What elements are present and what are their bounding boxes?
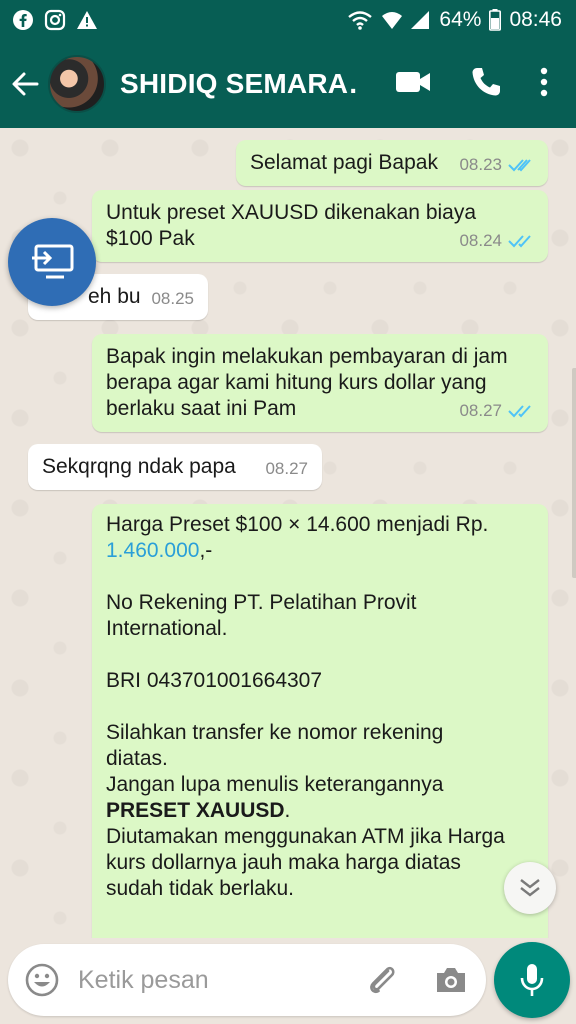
message-text: eh bu	[88, 285, 141, 308]
header-actions	[396, 66, 576, 103]
more-options-button[interactable]	[540, 67, 548, 102]
message-bubble-outgoing[interactable]: Harga Preset $100 × 14.600 menjadi Rp. 1…	[92, 504, 548, 938]
message-meta: 08.23	[459, 152, 534, 178]
double-chevron-down-icon	[520, 879, 540, 897]
message-text: Selamat pagi Bapak	[250, 151, 438, 174]
scroll-to-bottom-button[interactable]	[504, 862, 556, 914]
message-meta: 08.25	[151, 286, 194, 312]
more-vertical-icon	[540, 67, 548, 96]
chat-header: SHIDIQ SEMARA…	[0, 40, 576, 128]
voice-message-button[interactable]	[494, 942, 570, 1018]
message-input-placeholder[interactable]: Ketik pesan	[78, 966, 366, 995]
back-button[interactable]	[2, 40, 48, 128]
message-bubble-outgoing[interactable]: Untuk preset XAUUSD dikenakan biaya $100…	[92, 190, 548, 262]
amount-suffix: ,-	[199, 539, 213, 562]
closing-text: Diutamakan menggunakan ATM jika Harga ku…	[106, 825, 505, 900]
message-text: Bapak ingin melakukan pembayaran di jam …	[106, 345, 508, 420]
video-camera-icon	[396, 71, 430, 92]
message-text: Untuk preset XAUUSD dikenakan biaya $100…	[106, 201, 477, 250]
status-bar: 64% 08:46	[0, 0, 576, 40]
message-meta: 08.27	[265, 456, 308, 482]
wifi-hotspot-icon	[347, 9, 373, 31]
video-call-button[interactable]	[396, 70, 432, 99]
message-meta: 08.24	[459, 228, 534, 254]
warning-icon	[76, 9, 98, 31]
voice-call-button[interactable]	[470, 66, 502, 103]
message-text: Sekqrqng ndak papa	[42, 455, 236, 478]
double-check-icon	[508, 235, 531, 248]
price-line: Harga Preset $100 × 14.600 menjadi Rp.	[106, 513, 489, 536]
facebook-icon	[12, 9, 34, 31]
message-time: 08.24	[459, 231, 502, 250]
message-meta: 08.27	[459, 398, 534, 424]
message-bubble-outgoing[interactable]: Selamat pagi Bapak 08.23	[236, 140, 548, 186]
message-input[interactable]: Ketik pesan	[8, 944, 486, 1016]
message-time: 08.27	[265, 459, 308, 478]
double-check-icon	[508, 405, 531, 418]
double-check-icon	[508, 159, 531, 172]
emphasis-suffix: .	[284, 799, 291, 822]
emphasis-text: PRESET XAUUSD	[106, 799, 285, 822]
signal-icon	[411, 9, 431, 31]
bank-account-number: BRI 043701001664307	[106, 669, 323, 692]
message-time: 08.27	[459, 401, 502, 420]
contact-avatar[interactable]	[48, 55, 106, 113]
clock: 08:46	[509, 8, 562, 31]
cast-screen-icon	[32, 244, 74, 279]
instagram-icon	[44, 9, 66, 31]
microphone-icon	[520, 964, 544, 996]
paperclip-icon[interactable]	[366, 963, 400, 997]
status-system-icons: 64% 08:46	[347, 8, 562, 32]
composer-bar: Ketik pesan	[0, 938, 576, 1024]
message-time: 08.23	[459, 155, 502, 174]
screen-cast-button[interactable]	[8, 218, 96, 306]
chat-area[interactable]: Selamat pagi Bapak 08.23 Untuk preset XA…	[0, 128, 576, 938]
amount-link[interactable]: 1.460.000	[106, 539, 199, 562]
edge-panel-handle[interactable]	[572, 368, 576, 578]
instructions-text: Silahkan transfer ke nomor rekening diat…	[106, 721, 444, 796]
status-notification-icons	[12, 9, 98, 31]
wifi-icon	[381, 9, 403, 31]
message-bubble-incoming[interactable]: Sekqrqng ndak papa 08.27	[28, 444, 322, 490]
back-arrow-icon	[12, 72, 39, 96]
phone-icon	[472, 67, 500, 95]
message-text: Harga Preset $100 × 14.600 menjadi Rp. 1…	[106, 512, 534, 902]
message-bubble-outgoing[interactable]: Bapak ingin melakukan pembayaran di jam …	[92, 334, 548, 432]
emoji-icon[interactable]	[24, 962, 60, 998]
contact-name[interactable]: SHIDIQ SEMARA…	[120, 68, 360, 100]
composer-actions	[366, 963, 468, 997]
account-holder-text: No Rekening PT. Pelatihan Provit Interna…	[106, 591, 417, 640]
battery-percent: 64%	[439, 8, 482, 31]
message-time: 08.25	[151, 289, 194, 308]
battery-icon	[489, 9, 502, 31]
camera-icon[interactable]	[434, 965, 468, 995]
